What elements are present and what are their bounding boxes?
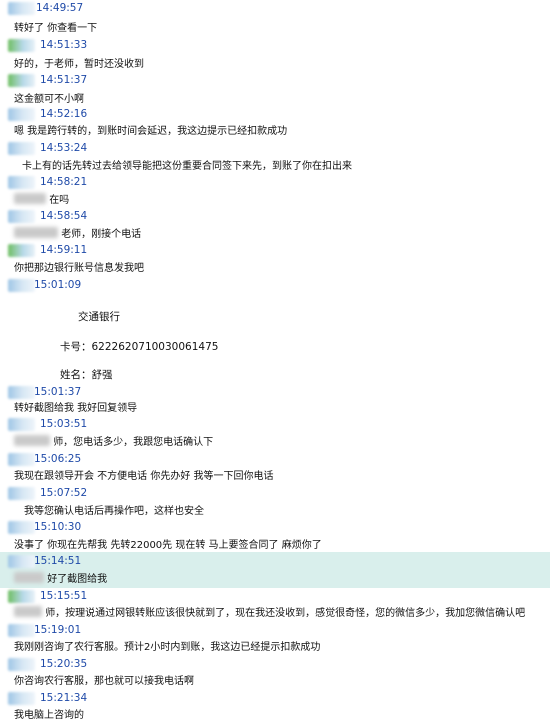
sender-name-blurred (8, 692, 35, 705)
message-text: 你把那边银行账号信息发我吧 (14, 263, 144, 274)
blurred-text (14, 227, 58, 238)
message-text: 转好了 你查看一下 (14, 23, 98, 34)
message-line: 师，按理说通过网银转账应该很快就到了，现在我还没收到，感觉很奇怪，您的微信多少，… (0, 604, 550, 623)
sender-name-blurred (8, 142, 35, 155)
message-time: 14:59:11 (40, 244, 88, 256)
message-header: 15:19:01 (0, 622, 550, 639)
blurred-text (14, 606, 42, 617)
sender-name-blurred (8, 108, 35, 121)
message-time: 14:51:37 (40, 74, 88, 86)
message-text: 好了截图给我 (47, 574, 108, 585)
message-time: 15:01:09 (34, 279, 82, 291)
message-text: 我电脑上咨询的 (14, 710, 84, 721)
message-header: 15:01:09 (0, 277, 550, 294)
sender-name-blurred (8, 176, 35, 189)
sender-name-blurred (8, 418, 35, 431)
sender-name-blurred (8, 453, 35, 466)
message-time: 15:15:51 (40, 590, 88, 602)
message-header: 14:51:33 (0, 37, 550, 54)
message-header: 14:51:37 (0, 72, 550, 89)
sender-name-blurred (8, 2, 35, 15)
sender-name-blurred (8, 555, 35, 568)
message-time: 14:58:54 (40, 210, 88, 222)
message-header: 14:49:57 (0, 0, 550, 17)
message-header: 14:53:24 (0, 140, 550, 157)
message-header: 15:03:51 (0, 416, 550, 433)
blurred-text (14, 572, 44, 583)
message-text: 老师，刚接个电话 (61, 229, 142, 240)
message-header: 15:15:51 (0, 588, 550, 605)
message-time: 14:52:16 (40, 108, 88, 120)
message-time: 15:06:25 (34, 453, 82, 465)
sender-name-blurred (8, 386, 35, 399)
message-header: 15:20:35 (0, 656, 550, 673)
sender-name-blurred (8, 658, 35, 671)
sender-name-blurred (8, 590, 35, 603)
message-text: 嗯 我是跨行转的，到账时间会延迟，我这边提示已经扣款成功 (14, 126, 288, 137)
message-time: 15:14:51 (34, 555, 82, 567)
message-time: 15:20:35 (40, 658, 88, 670)
message-text: 师，您电话多少，我跟您电话确认下 (53, 437, 214, 448)
blurred-text (14, 435, 50, 446)
message-text: 我现在跟领导开会 不方便电话 你先办好 我等一下回你电话 (14, 471, 274, 482)
message-text: 你咨询农行客服，那也就可以接我电话啊 (14, 676, 194, 687)
message-header: 14:58:21 (0, 174, 550, 191)
message-text: 在吗 (49, 195, 70, 206)
message-header: 15:14:51 (0, 553, 550, 570)
message-time: 15:10:30 (34, 521, 82, 533)
blurred-text (14, 193, 46, 204)
message-time: 15:07:52 (40, 487, 88, 499)
sender-name-blurred (8, 279, 35, 292)
message-line: 好了截图给我 (0, 570, 550, 589)
message-time: 15:03:51 (40, 418, 88, 430)
sender-name-blurred (8, 210, 35, 223)
sender-name-blurred (8, 244, 35, 257)
sender-name-blurred (8, 39, 35, 52)
message-header: 15:06:25 (0, 451, 550, 468)
message-text: 师，按理说通过网银转账应该很快就到了，现在我还没收到，感觉很奇怪，您的微信多少，… (45, 608, 526, 619)
sender-name-blurred (8, 74, 35, 87)
message-time: 15:19:01 (34, 624, 82, 636)
message-text: 我刚刚咨询了农行客服。预计2小时内到账，我这边已经提示扣款成功 (14, 642, 321, 653)
message-time: 14:58:21 (40, 176, 88, 188)
message-header: 15:21:34 (0, 690, 550, 707)
message-time: 15:21:34 (40, 692, 88, 704)
sender-name-blurred (8, 624, 35, 637)
message-header: 15:10:30 (0, 519, 550, 536)
message-header: 15:07:52 (0, 485, 550, 502)
account-holder: 姓名：舒强 (60, 369, 113, 381)
message-time: 14:51:33 (40, 39, 88, 51)
message-header: 14:58:54 (0, 208, 550, 225)
sender-name-blurred (8, 487, 35, 500)
message-header: 14:59:11 (0, 242, 550, 259)
card-number: 卡号：6222620710030061475 (60, 341, 219, 353)
message-line: 师，您电话多少，我跟您电话确认下 (0, 433, 550, 452)
bank-name: 交通银行 (78, 311, 120, 323)
message-time: 14:49:57 (36, 2, 84, 14)
message-header: 14:52:16 (0, 106, 550, 123)
sender-name-blurred (8, 521, 35, 534)
chat-log: 14:49:57 转好了 你查看一下 14:51:33 好的，于老师，暂时还没收… (0, 0, 550, 724)
message-time: 14:53:24 (40, 142, 88, 154)
